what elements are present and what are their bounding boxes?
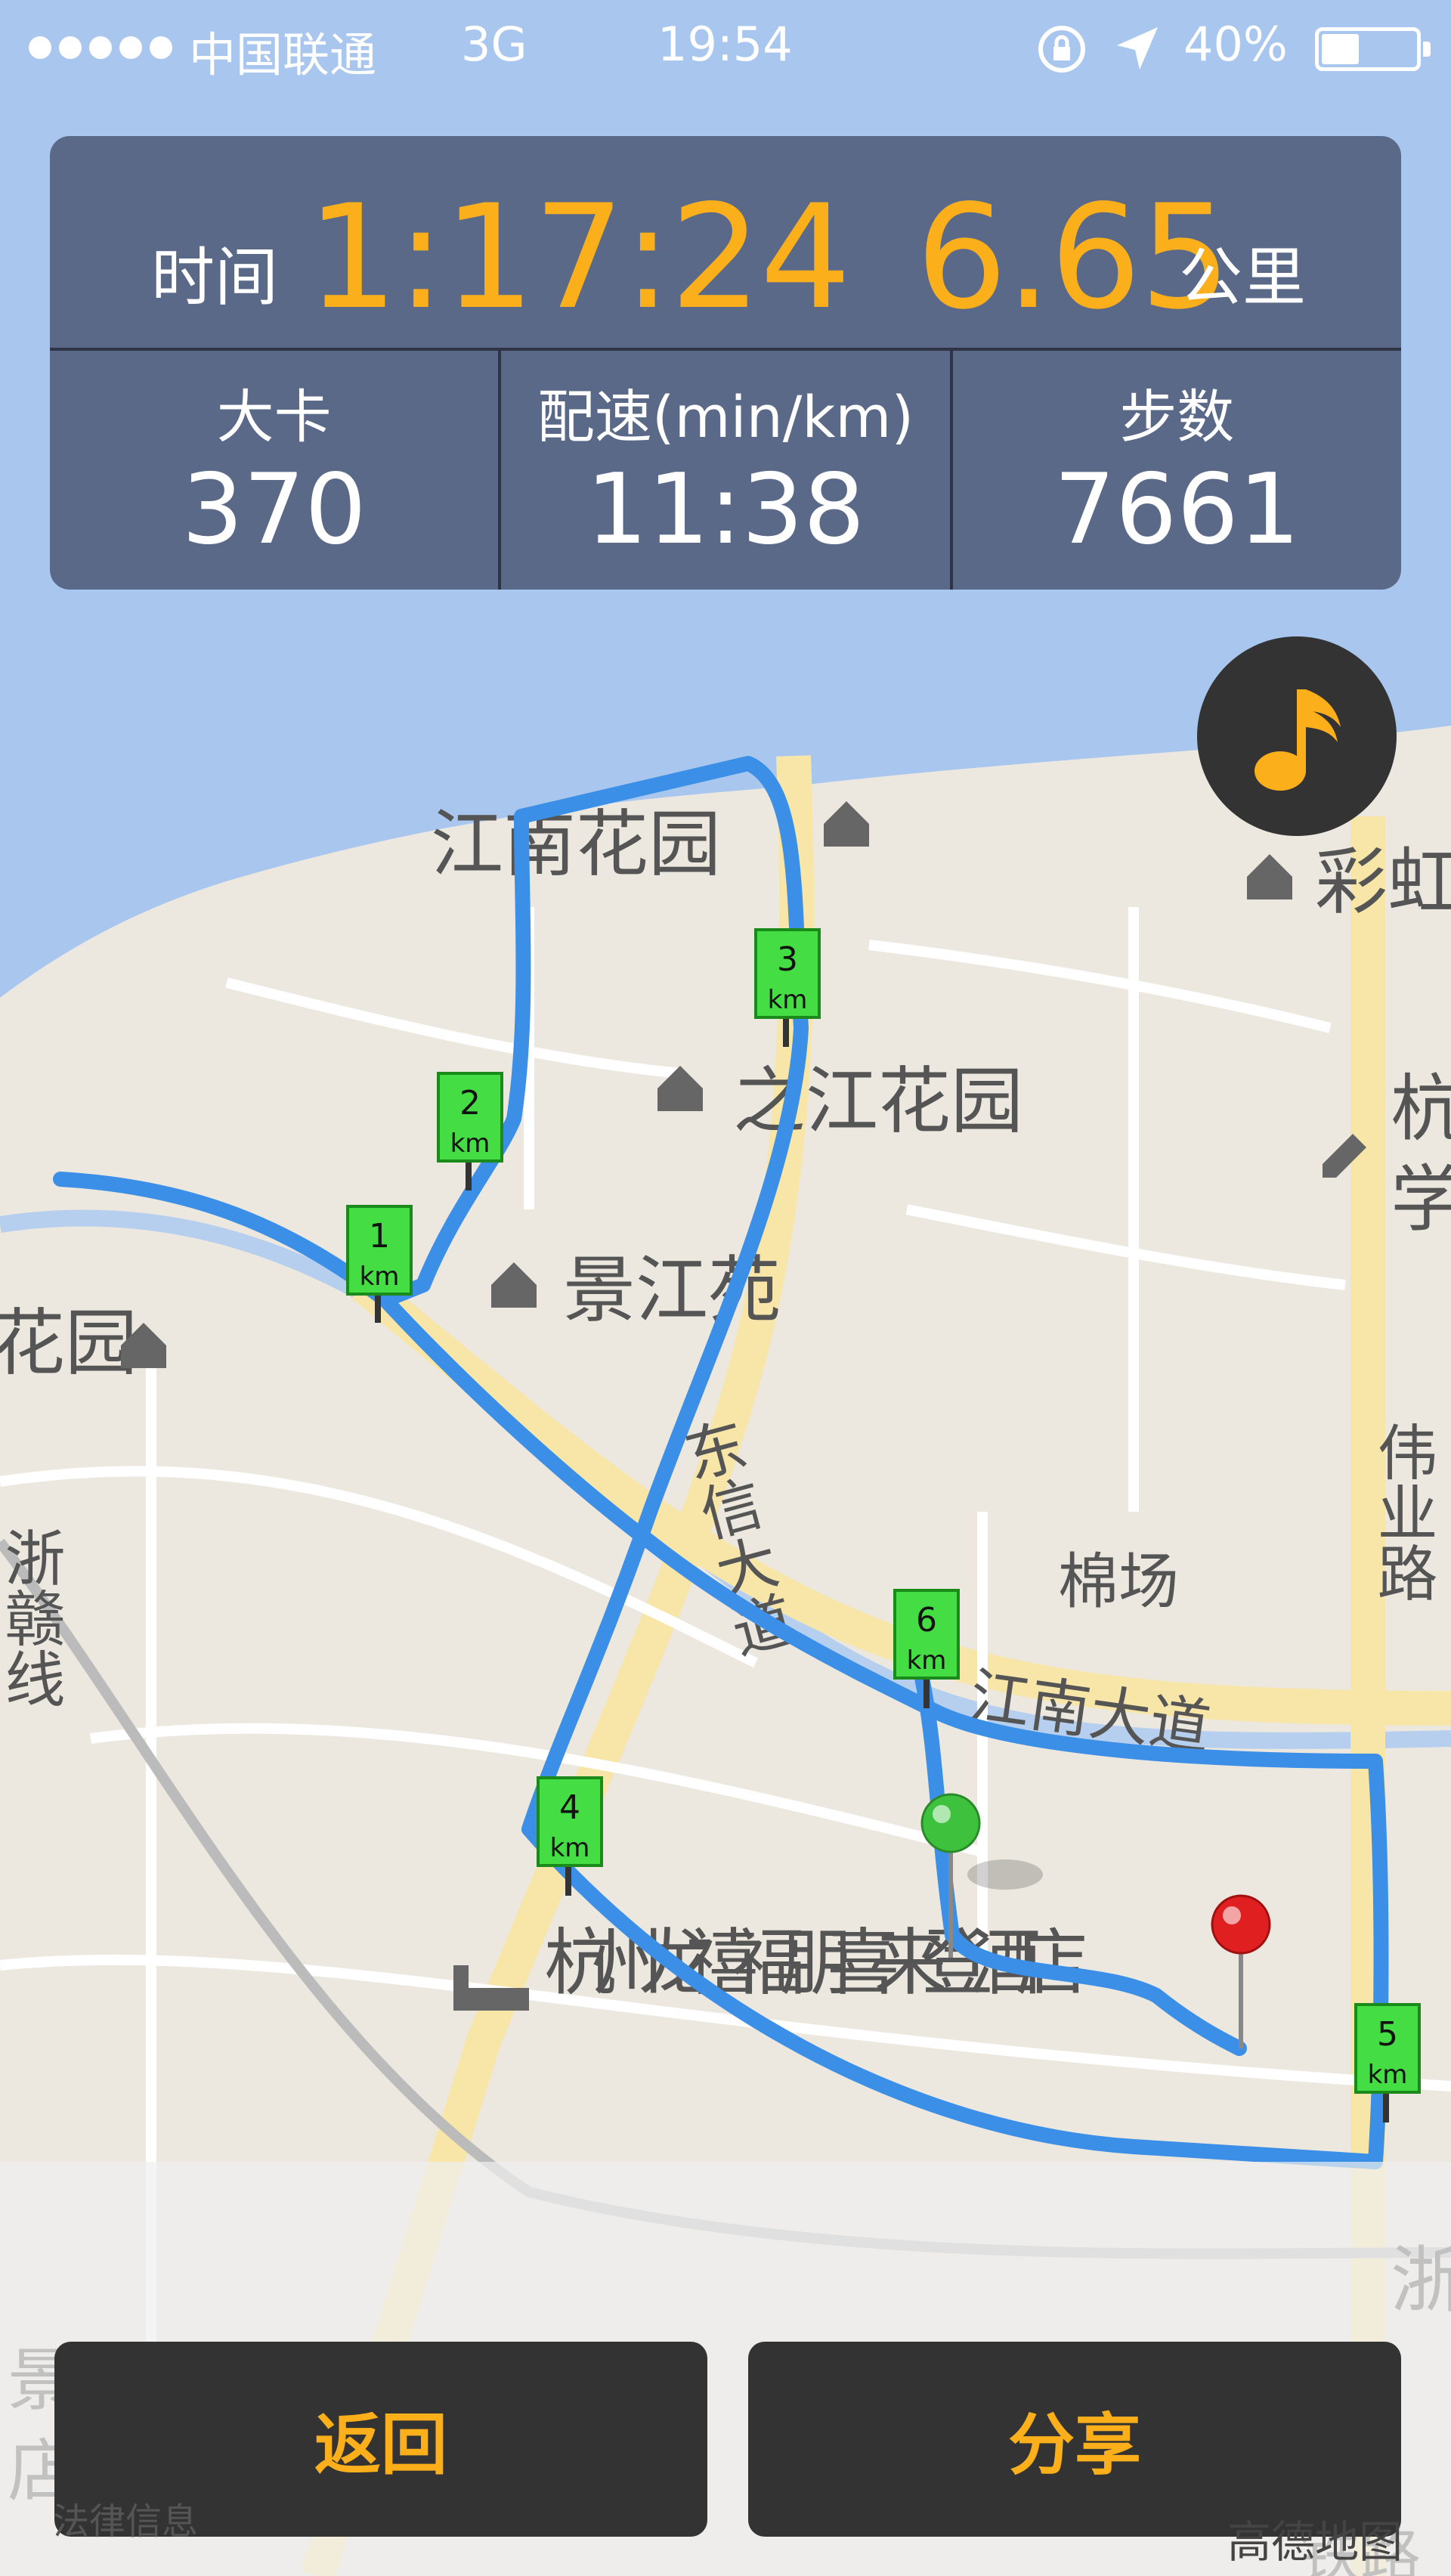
battery-fill: [1322, 34, 1359, 64]
status-bar: 中国联通 3G 19:54 40%: [0, 0, 1451, 91]
km-marker-3-num: 3: [777, 940, 798, 979]
distance-unit: 公里: [1179, 240, 1307, 314]
label-zhegan-line: 浙赣线: [0, 1527, 66, 1708]
stat-value: 370: [181, 454, 367, 566]
label-caihong: 彩虹: [1315, 840, 1451, 924]
summary-top-row: 时间 1:17:24 6.65 公里: [50, 136, 1401, 351]
label-jiangnan-garden: 江南花园: [431, 802, 721, 887]
map-provider-logo: 高德地图: [1227, 2516, 1403, 2568]
km-marker-1-unit: km: [360, 1262, 400, 1292]
km-marker-2-unit: km: [450, 1129, 490, 1159]
time-label: 时间: [151, 240, 279, 314]
km-marker-1-num: 1: [369, 1217, 390, 1255]
rotation-lock-icon: [1038, 26, 1085, 73]
label-weiye-road: 伟业路: [1368, 1421, 1438, 1602]
km-marker-5-unit: km: [1368, 2060, 1408, 2090]
signal-dots-icon: [29, 36, 172, 59]
stat-calories: 大卡 370: [50, 351, 502, 590]
clock: 19:54: [657, 17, 793, 72]
label-hang: 杭: [1391, 1067, 1451, 1151]
km-marker-4-unit: km: [550, 1833, 590, 1863]
stat-value: 11:38: [586, 454, 865, 566]
stat-label: 配速(min/km): [537, 383, 914, 450]
music-note-icon: [1255, 689, 1341, 791]
stat-value: 7661: [1053, 454, 1301, 566]
battery-icon: [1315, 27, 1431, 71]
workout-summary-panel: 时间 1:17:24 6.65 公里 大卡 370 配速(min/km) 11:…: [50, 136, 1401, 590]
stat-label: 大卡: [216, 383, 332, 450]
location-arrow-icon: [1117, 27, 1158, 70]
stat-pace: 配速(min/km) 11:38: [501, 351, 953, 590]
label-garden: 花园: [0, 1301, 138, 1386]
label-zhijiang-garden: 之江花园: [733, 1059, 1023, 1144]
km-marker-2-num: 2: [459, 1084, 481, 1122]
battery-percent: 40%: [1183, 17, 1288, 72]
stat-steps: 步数 7661: [953, 351, 1401, 590]
carrier-label: 中国联通: [189, 27, 377, 82]
music-button[interactable]: [1197, 636, 1397, 836]
km-marker-6-unit: km: [907, 1646, 947, 1676]
network-type: 3G: [461, 17, 527, 72]
legal-info-link[interactable]: 法律信息: [53, 2491, 198, 2544]
stat-label: 步数: [1119, 383, 1235, 450]
km-marker-6-num: 6: [916, 1601, 937, 1639]
elapsed-time: 1:17:24: [307, 174, 851, 341]
km-marker-5-num: 5: [1377, 2015, 1398, 2054]
km-marker-3-unit: km: [768, 985, 808, 1015]
stats-row: 大卡 370 配速(min/km) 11:38 步数 7661: [50, 351, 1401, 590]
km-marker-4-num: 4: [559, 1788, 580, 1827]
label-xue: 学: [1391, 1157, 1451, 1242]
label-mianchang: 棉场: [1058, 1547, 1179, 1617]
